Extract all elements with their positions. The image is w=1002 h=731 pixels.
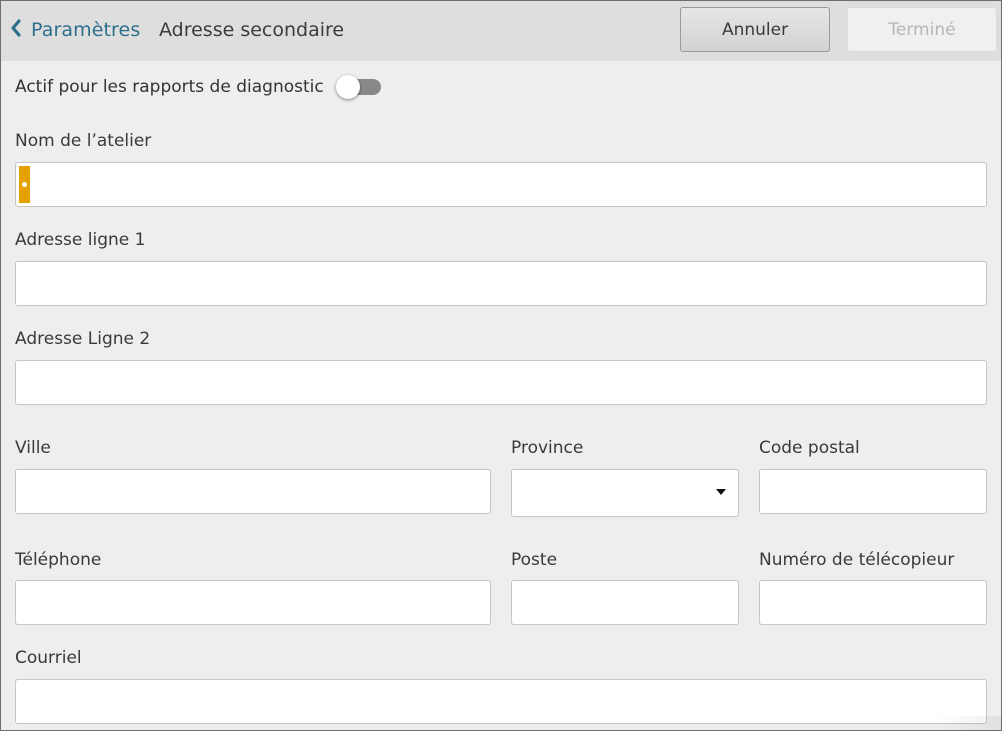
shop-name-input[interactable] bbox=[15, 162, 987, 207]
cancel-button[interactable]: Annuler bbox=[680, 7, 830, 52]
province-label: Province bbox=[511, 438, 584, 458]
postal-code-input[interactable] bbox=[759, 469, 987, 514]
done-button[interactable]: Terminé bbox=[847, 7, 997, 52]
shop-name-label: Nom de l’atelier bbox=[15, 131, 152, 151]
extension-label: Poste bbox=[511, 550, 558, 570]
app-window: Paramètres Adresse secondaire Annuler Te… bbox=[0, 0, 1002, 731]
page-title: Adresse secondaire bbox=[159, 19, 345, 41]
address1-label: Adresse ligne 1 bbox=[15, 230, 146, 250]
email-input[interactable] bbox=[15, 679, 987, 724]
diagnostic-toggle-row: Actif pour les rapports de diagnostic bbox=[15, 73, 382, 101]
diagnostic-label: Actif pour les rapports de diagnostic bbox=[15, 77, 324, 97]
phone-label: Téléphone bbox=[15, 550, 102, 570]
city-label: Ville bbox=[15, 438, 51, 458]
address2-input[interactable] bbox=[15, 360, 987, 405]
top-bar: Paramètres Adresse secondaire Annuler Te… bbox=[1, 1, 1001, 61]
city-input[interactable] bbox=[15, 469, 491, 514]
diagnostic-toggle[interactable] bbox=[335, 75, 382, 99]
province-select[interactable] bbox=[511, 469, 739, 517]
extension-input[interactable] bbox=[511, 580, 739, 625]
text-cursor-marker bbox=[19, 166, 30, 203]
phone-input[interactable] bbox=[15, 580, 491, 625]
address1-input[interactable] bbox=[15, 261, 987, 306]
email-label: Courriel bbox=[15, 648, 82, 668]
address2-label: Adresse Ligne 2 bbox=[15, 329, 151, 349]
postal-code-label: Code postal bbox=[759, 438, 860, 458]
back-button[interactable]: Paramètres bbox=[9, 17, 140, 43]
fax-input[interactable] bbox=[759, 580, 987, 625]
back-label: Paramètres bbox=[31, 19, 141, 41]
fax-label: Numéro de télécopieur bbox=[759, 550, 955, 570]
toggle-knob bbox=[335, 75, 360, 99]
scroll-shadow bbox=[931, 716, 1001, 730]
dropdown-arrow-icon bbox=[716, 489, 726, 495]
chevron-left-icon bbox=[9, 19, 23, 41]
